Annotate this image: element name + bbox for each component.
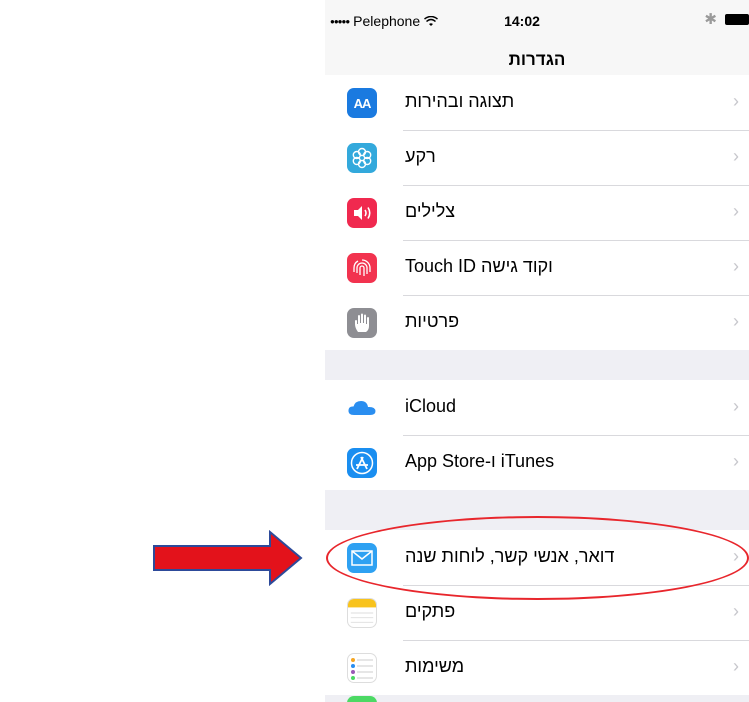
sounds-icon (347, 198, 377, 228)
chevron-right-icon: › (733, 146, 739, 166)
touch-id-icon (347, 253, 377, 283)
settings-group-display: AA תצוגה ובהירות › רקע › צלילים › Touch … (325, 75, 749, 350)
icloud-icon (347, 393, 377, 423)
settings-row-sounds[interactable]: צלילים › (325, 185, 749, 240)
settings-row-icloud[interactable]: iCloud › (325, 380, 749, 435)
row-label: Touch ID וקוד גישה (405, 256, 553, 276)
chevron-right-icon: › (733, 601, 739, 621)
status-bar: ●●●●● Pelephone 14:02 ✱ (325, 0, 749, 40)
settings-row-mail-contacts-calendars[interactable]: דואר, אנשי קשר, לוחות שנה › (325, 530, 749, 585)
wallpaper-icon (347, 143, 377, 173)
settings-group-cloud: iCloud › App Store-ו iTunes › (325, 380, 749, 490)
phone-screen: ●●●●● Pelephone 14:02 ✱ הגדרות AA תצוגה … (325, 0, 749, 702)
chevron-right-icon: › (733, 451, 739, 471)
bluetooth-icon: ✱ (704, 11, 717, 28)
reminders-icon (347, 653, 377, 683)
row-label: פתקים (405, 601, 456, 621)
row-label: תצוגה ובהירות (405, 91, 515, 111)
row-label: פרטיות (405, 311, 460, 331)
settings-row-reminders[interactable]: משימות › (325, 640, 749, 695)
settings-row-itunes-app-store[interactable]: App Store-ו iTunes › (325, 435, 749, 490)
row-label: iCloud (405, 396, 457, 416)
status-time: 14:02 (504, 13, 540, 29)
row-label: משימות (405, 656, 465, 676)
chevron-right-icon: › (733, 91, 739, 111)
settings-row-touch-id[interactable]: Touch ID וקוד גישה › (325, 240, 749, 295)
row-label: דואר, אנשי קשר, לוחות שנה (405, 546, 615, 566)
chevron-right-icon: › (733, 201, 739, 221)
display-brightness-icon: AA (347, 88, 377, 118)
chevron-right-icon: › (733, 656, 739, 676)
settings-row-wallpaper[interactable]: רקע › (325, 130, 749, 185)
battery-icon (725, 13, 749, 25)
app-store-icon (347, 448, 377, 478)
page-title: הגדרות (508, 50, 566, 69)
settings-row-notes[interactable]: פתקים › (325, 585, 749, 640)
row-label: רקע (405, 146, 436, 166)
privacy-hand-icon (347, 308, 377, 338)
settings-row-privacy[interactable]: פרטיות › (325, 295, 749, 350)
chevron-right-icon: › (733, 546, 739, 566)
notes-icon (347, 598, 377, 628)
annotation-arrow (153, 530, 303, 586)
chevron-right-icon: › (733, 396, 739, 416)
chevron-right-icon: › (733, 256, 739, 276)
chevron-right-icon: › (733, 311, 739, 331)
row-label: App Store-ו iTunes (405, 451, 555, 471)
mail-icon (347, 543, 377, 573)
row-label: צלילים (405, 201, 456, 221)
settings-group-apps: דואר, אנשי קשר, לוחות שנה › פתקים › משימ… (325, 530, 749, 695)
next-row-icon-partial (347, 696, 377, 702)
settings-row-display-brightness[interactable]: AA תצוגה ובהירות › (325, 75, 749, 130)
status-right: ✱ (704, 10, 749, 28)
